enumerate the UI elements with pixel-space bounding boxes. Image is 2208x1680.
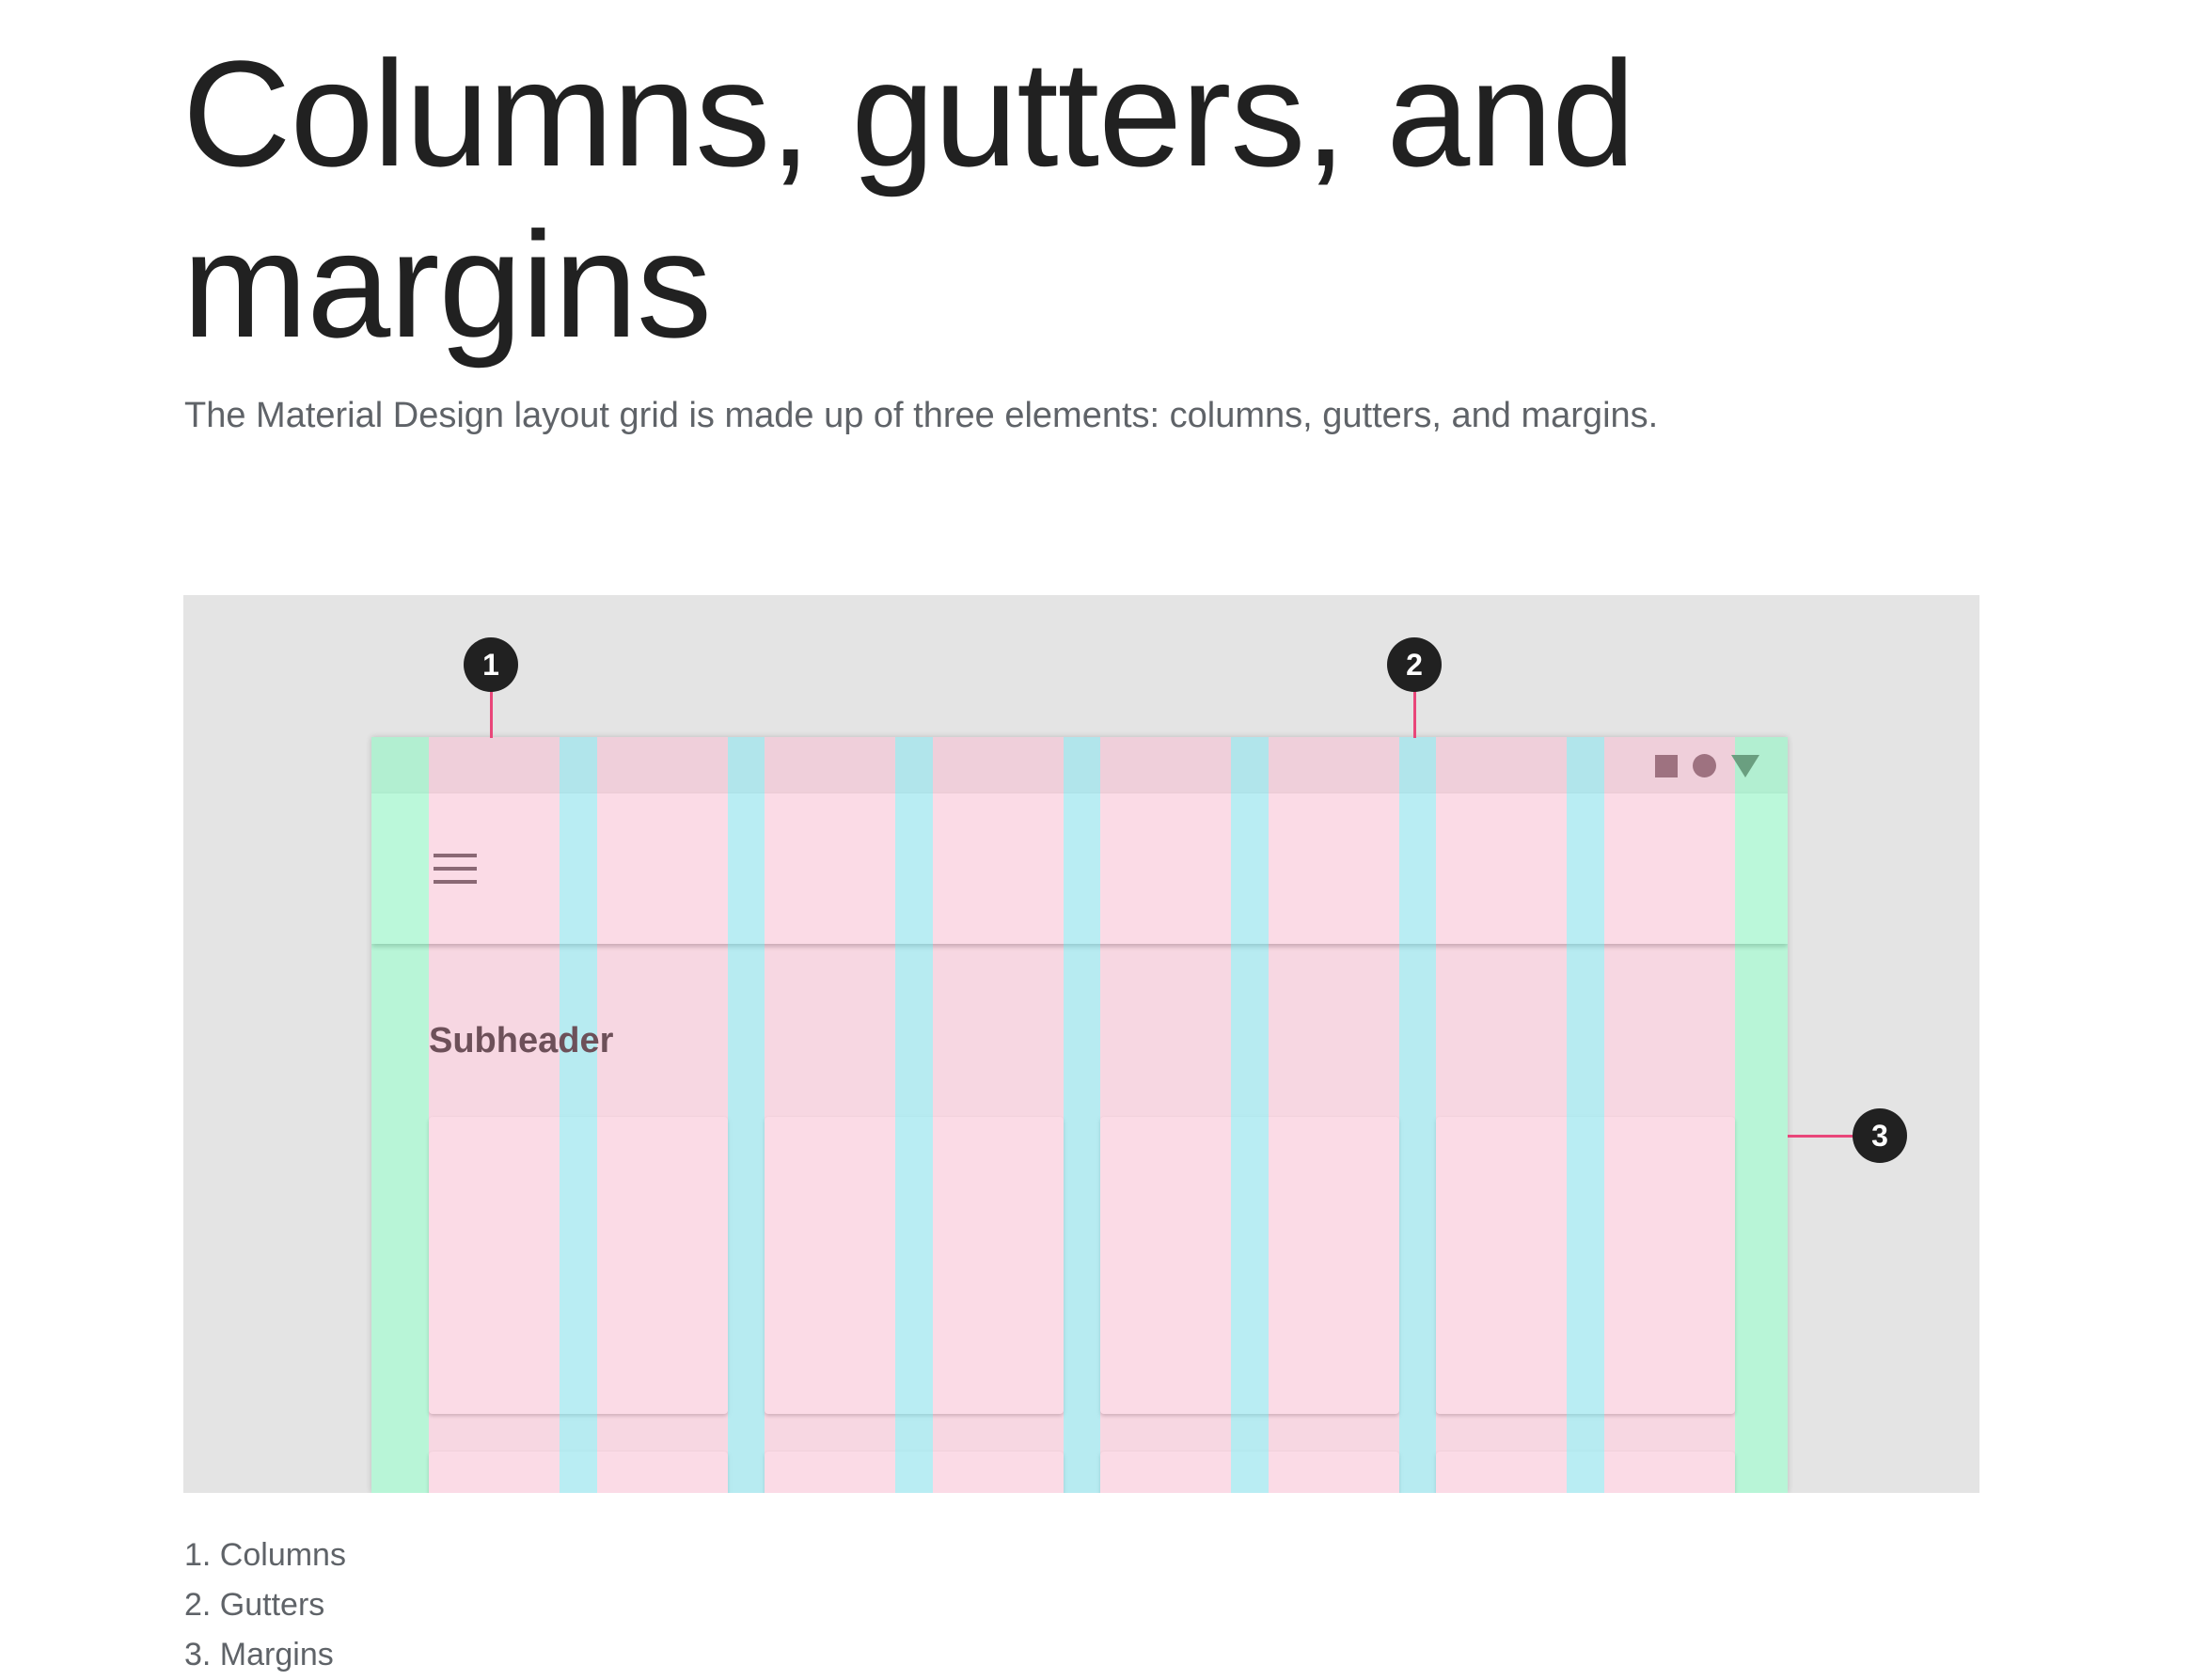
subheader: Subheader [429,1021,614,1060]
menu-icon[interactable] [434,854,477,886]
callout-1-leader [490,689,493,738]
callout-2: 2 [1387,637,1442,692]
circle-icon [1693,754,1716,777]
legend-item: 1. Columns [184,1537,346,1573]
callout-1: 1 [464,637,518,692]
figure-legend: 1. Columns 2. Gutters 3. Margins [184,1531,346,1680]
device-mockup: Subheader [371,737,1788,1493]
card [429,1117,728,1414]
legend-item: 2. Gutters [184,1587,325,1623]
page-intro: The Material Design layout grid is made … [184,396,1659,435]
card [1436,1117,1735,1414]
square-icon [1655,754,1678,777]
app-bar [371,793,1788,944]
page-title: Columns, gutters, and margins [182,29,1635,369]
callout-3: 3 [1853,1108,1907,1163]
status-icons [1655,754,1759,777]
card [765,1117,1064,1414]
legend-item: 3. Margins [184,1637,334,1672]
triangle-icon [1731,754,1759,777]
layout-grid-figure: Subheader 1 2 3 [183,595,1979,1493]
card [1436,1452,1735,1493]
callout-3-leader [1788,1135,1863,1138]
card [429,1452,728,1493]
status-bar [371,737,1788,793]
card [765,1452,1064,1493]
callout-2-leader [1413,689,1416,738]
card [1100,1452,1399,1493]
card [1100,1117,1399,1414]
